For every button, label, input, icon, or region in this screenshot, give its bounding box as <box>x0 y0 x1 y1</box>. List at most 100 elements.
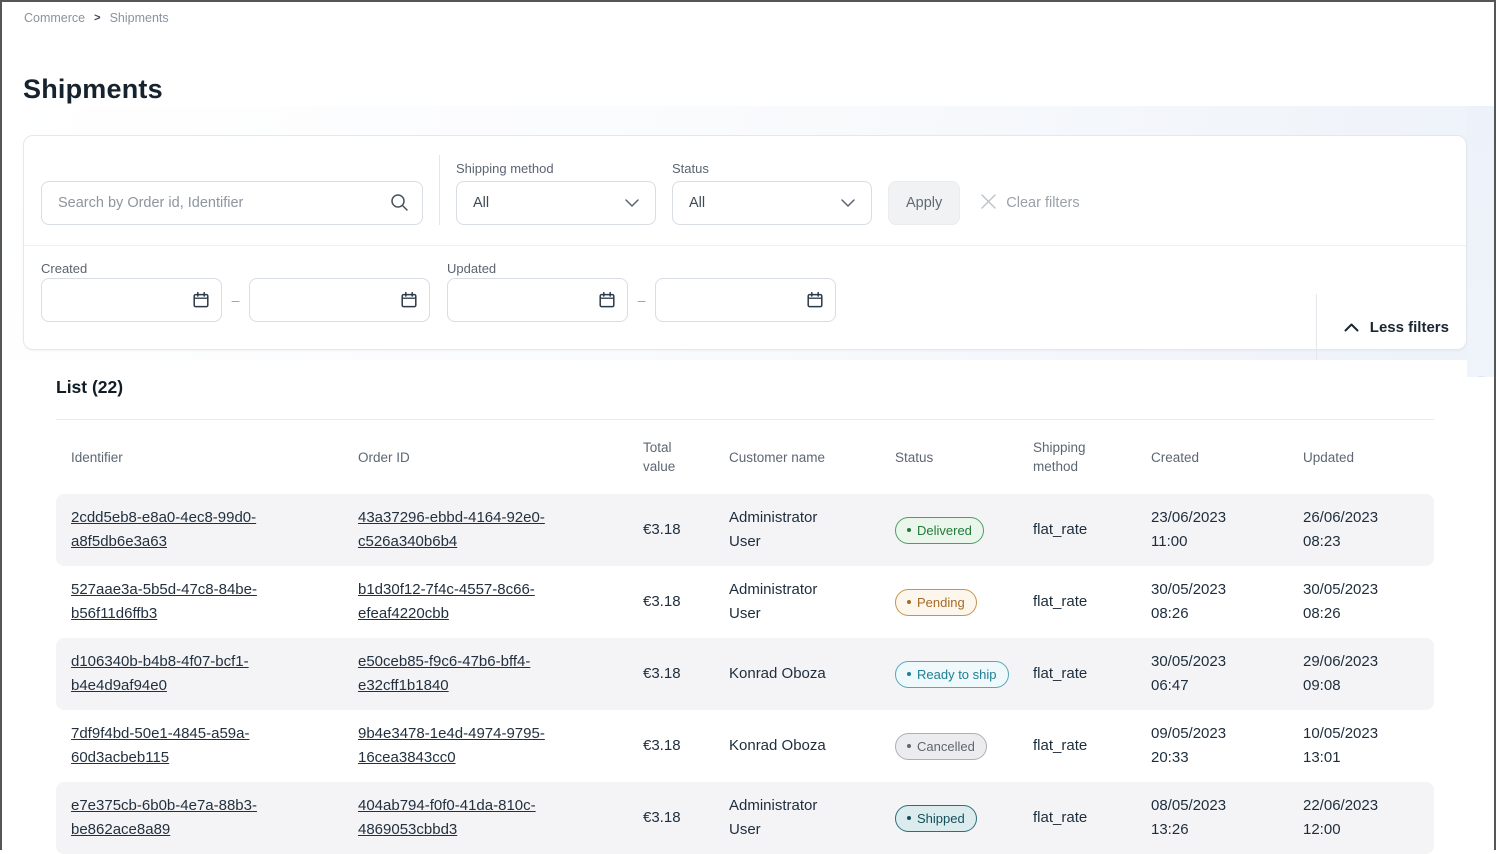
order-id-link[interactable]: b1d30f12-7f4c-4557-8c66-efeaf4220cbb <box>358 581 535 622</box>
updated-datetime: 10/05/2023 13:01 <box>1303 722 1403 770</box>
column-header-updated: Updated <box>1303 448 1419 467</box>
filters-row-dates: Created – <box>24 246 1466 349</box>
search-input[interactable] <box>41 181 423 225</box>
created-datetime: 08/05/2023 13:26 <box>1151 794 1251 842</box>
status-badge-label: Delivered <box>917 522 972 539</box>
status-badge-label: Pending <box>917 594 965 611</box>
status-badge: Shipped <box>895 805 977 832</box>
shipments-list-section: List (22) Identifier Order ID Total valu… <box>2 377 1494 854</box>
status-cell: Delivered <box>895 516 1033 544</box>
customer-name: Konrad Oboza <box>729 734 841 758</box>
clear-filters-button[interactable]: Clear filters <box>980 181 1079 225</box>
identifier-link-cell: d106340b-b4b8-4f07-bcf1-b4e4d9af94e0 <box>71 650 296 698</box>
filter-divider <box>439 155 440 225</box>
order-id-link-cell: 43a37296-ebbd-4164-92e0-c526a340b6b4 <box>358 506 583 554</box>
order-id-link[interactable]: 43a37296-ebbd-4164-92e0-c526a340b6b4 <box>358 509 545 550</box>
status-dot-icon <box>907 528 911 532</box>
status-dot-icon <box>907 600 911 604</box>
created-datetime: 23/06/2023 11:00 <box>1151 506 1251 554</box>
page-title: Shipments <box>23 74 1494 104</box>
status-badge: Pending <box>895 589 977 616</box>
column-header-status: Status <box>895 448 1033 467</box>
order-id-link-cell: b1d30f12-7f4c-4557-8c66-efeaf4220cbb <box>358 578 583 626</box>
table-row: d106340b-b4b8-4f07-bcf1-b4e4d9af94e0 e50c… <box>56 638 1434 710</box>
identifier-link-cell: 527aae3a-5b5d-47c8-84be-b56f11d6ffb3 <box>71 578 296 626</box>
shipping-method-select[interactable]: All <box>456 181 656 225</box>
updated-datetime: 30/05/2023 08:26 <box>1303 578 1403 626</box>
created-datetime: 30/05/2023 08:26 <box>1151 578 1251 626</box>
status-cell: Shipped <box>895 804 1033 832</box>
status-dot-icon <box>907 744 911 748</box>
order-id-link-cell: e50ceb85-f9c6-47b6-bff4-e32cff1b1840 <box>358 650 583 698</box>
identifier-link[interactable]: 2cdd5eb8-e8a0-4ec8-99d0-a8f5db6e3a63 <box>71 509 256 550</box>
customer-name: Konrad Oboza <box>729 662 841 686</box>
apply-button[interactable]: Apply <box>888 181 960 225</box>
status-badge-label: Ready to ship <box>917 666 997 683</box>
calendar-icon <box>598 291 616 314</box>
filter-divider <box>1316 294 1317 360</box>
updated-range-label: Updated <box>447 261 496 276</box>
shipping-method-filter: Shipping method All <box>456 161 656 225</box>
created-datetime: 09/05/2023 20:33 <box>1151 722 1251 770</box>
table-row: 7df9f4bd-50e1-4845-a59a-60d3acbeb115 9b4e… <box>56 710 1434 782</box>
table-body: 2cdd5eb8-e8a0-4ec8-99d0-a8f5db6e3a63 43a3… <box>2 494 1494 854</box>
list-title: List (22) <box>56 377 1494 398</box>
shipping-method: flat_rate <box>1033 806 1151 830</box>
updated-datetime: 29/06/2023 09:08 <box>1303 650 1403 698</box>
status-dot-icon <box>907 672 911 676</box>
status-badge: Delivered <box>895 517 984 544</box>
order-id-link[interactable]: 9b4e3478-1e4d-4974-9795-16cea3843cc0 <box>358 725 545 766</box>
shipping-method: flat_rate <box>1033 734 1151 758</box>
shipping-method-label: Shipping method <box>456 161 656 180</box>
created-range: Created – <box>41 260 430 322</box>
status-badge: Cancelled <box>895 733 987 760</box>
breadcrumb-item-commerce[interactable]: Commerce <box>24 11 85 25</box>
customer-name: Administrator User <box>729 506 841 554</box>
status-filter: Status All <box>672 161 872 225</box>
order-id-link-cell: 9b4e3478-1e4d-4974-9795-16cea3843cc0 <box>358 722 583 770</box>
less-filters-label: Less filters <box>1370 319 1449 336</box>
identifier-link[interactable]: e7e375cb-6b0b-4e7a-88b3-be862ace8a89 <box>71 797 257 838</box>
total-value: €3.18 <box>643 518 729 542</box>
total-value: €3.18 <box>643 662 729 686</box>
table-row: e7e375cb-6b0b-4e7a-88b3-be862ace8a89 404a… <box>56 782 1434 854</box>
updated-from-wrap <box>447 278 628 322</box>
breadcrumb-separator: > <box>94 12 100 24</box>
search-field-wrap <box>41 181 423 225</box>
identifier-link[interactable]: 7df9f4bd-50e1-4845-a59a-60d3acbeb115 <box>71 725 249 766</box>
status-select[interactable]: All <box>672 181 872 225</box>
filters-toggle-area: Less filters <box>1316 294 1449 360</box>
table-row: 527aae3a-5b5d-47c8-84be-b56f11d6ffb3 b1d3… <box>56 566 1434 638</box>
created-from-wrap <box>41 278 222 322</box>
date-range-separator: – <box>628 292 655 322</box>
customer-name: Administrator User <box>729 578 841 626</box>
search-icon <box>390 193 409 217</box>
clear-filters-label: Clear filters <box>1006 195 1079 211</box>
order-id-link[interactable]: 404ab794-f0f0-41da-810c-4869053cbbd3 <box>358 797 536 838</box>
status-badge-label: Shipped <box>917 810 965 827</box>
total-value: €3.18 <box>643 806 729 830</box>
order-id-link[interactable]: e50ceb85-f9c6-47b6-bff4-e32cff1b1840 <box>358 653 530 694</box>
total-value: €3.18 <box>643 590 729 614</box>
breadcrumb-item-shipments: Shipments <box>110 11 169 25</box>
identifier-link-cell: 2cdd5eb8-e8a0-4ec8-99d0-a8f5db6e3a63 <box>71 506 296 554</box>
identifier-link[interactable]: 527aae3a-5b5d-47c8-84be-b56f11d6ffb3 <box>71 581 257 622</box>
status-value: All <box>689 195 705 211</box>
column-header-shipping-method: Shipping method <box>1033 438 1113 476</box>
calendar-icon <box>806 291 824 314</box>
created-datetime: 30/05/2023 06:47 <box>1151 650 1251 698</box>
identifier-link[interactable]: d106340b-b4b8-4f07-bcf1-b4e4d9af94e0 <box>71 653 249 694</box>
updated-to-wrap <box>655 278 836 322</box>
less-filters-button[interactable]: Less filters <box>1344 319 1449 336</box>
status-badge: Ready to ship <box>895 661 1009 688</box>
identifier-link-cell: e7e375cb-6b0b-4e7a-88b3-be862ace8a89 <box>71 794 296 842</box>
column-header-created: Created <box>1151 448 1303 467</box>
calendar-icon <box>400 291 418 314</box>
shipping-method: flat_rate <box>1033 590 1151 614</box>
updated-range: Updated – <box>447 260 836 322</box>
status-badge-label: Cancelled <box>917 738 975 755</box>
table-row: 2cdd5eb8-e8a0-4ec8-99d0-a8f5db6e3a63 43a3… <box>56 494 1434 566</box>
status-label: Status <box>672 161 872 180</box>
created-range-label: Created <box>41 261 87 276</box>
column-header-total-value: Total value <box>643 438 691 476</box>
